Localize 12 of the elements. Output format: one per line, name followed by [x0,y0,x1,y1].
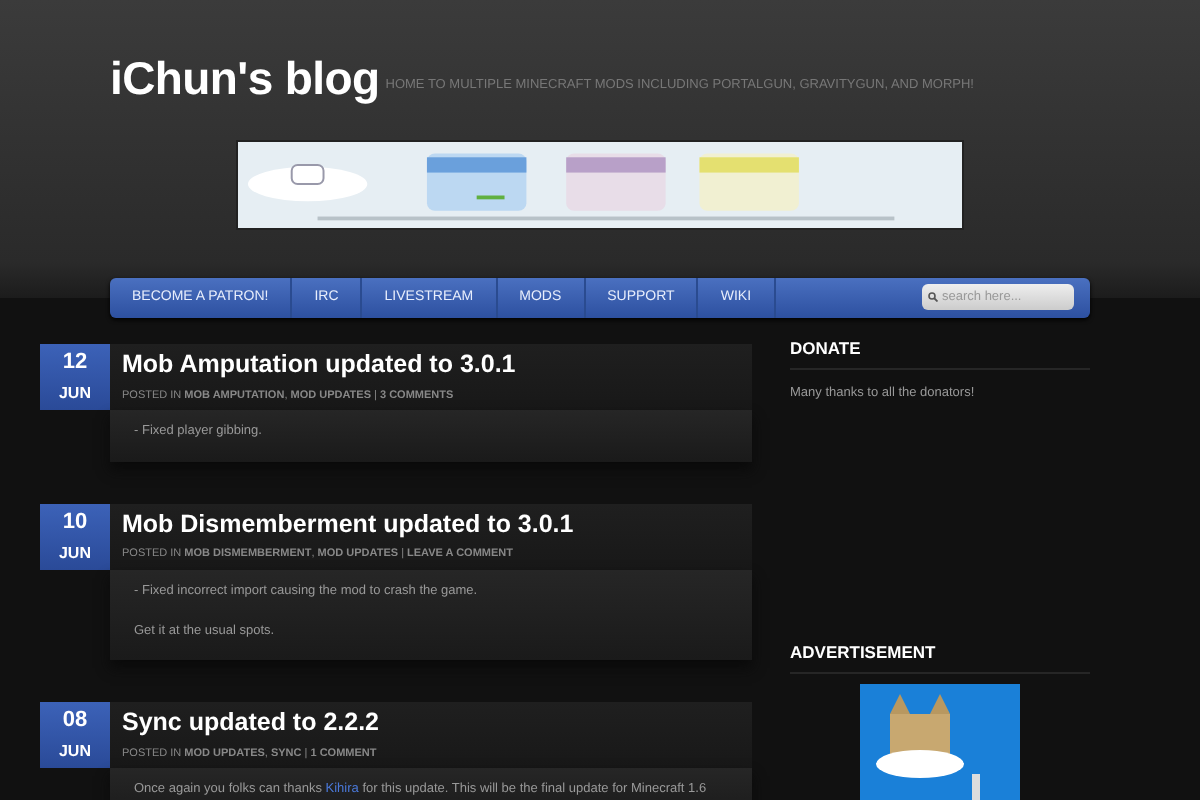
date-month: JUN [56,541,93,562]
post-title[interactable]: Sync updated to 2.2.2 [122,710,740,736]
post-title[interactable]: Mob Amputation updated to 3.0.1 [122,352,740,377]
widget-heading: ADVERTISEMENT [790,639,1090,675]
date-day: 12 [40,344,110,374]
widget-heading: DONATE [790,336,1090,371]
date-month: JUN [56,382,93,402]
date-day: 08 [40,702,110,733]
date-month: JUN [56,740,93,761]
site-title[interactable]: iChun's blog [110,56,380,102]
date-day: 10 [40,503,110,534]
post-title[interactable]: Mob Dismemberment updated to 3.0.1 [122,511,740,537]
